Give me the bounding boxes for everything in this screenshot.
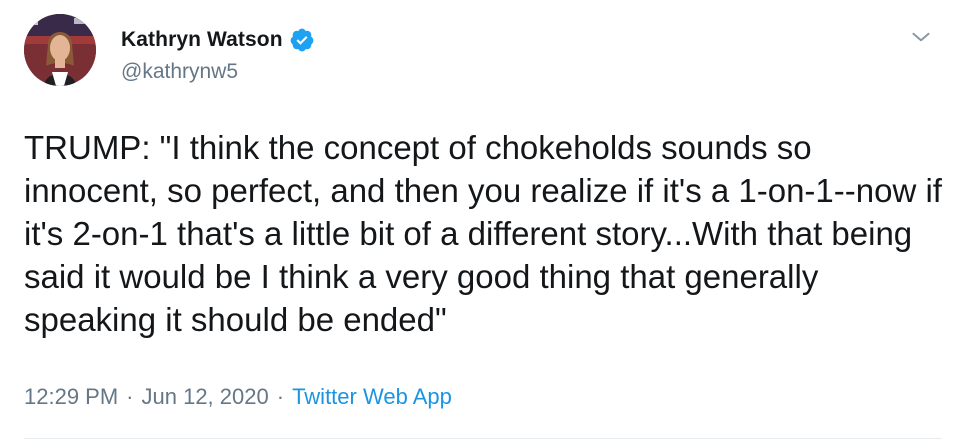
avatar-image	[24, 14, 96, 86]
author-handle[interactable]: @kathrynw5	[121, 60, 238, 84]
tweet-source-link[interactable]: Twitter Web App	[292, 384, 452, 410]
chevron-down-icon[interactable]	[908, 24, 934, 50]
tweet-date[interactable]: Jun 12, 2020	[142, 384, 269, 410]
author-name-row[interactable]: Kathryn Watson	[121, 26, 315, 54]
tweet-text: TRUMP: "I think the concept of chokehold…	[24, 129, 952, 338]
tweet-metadata: 12:29 PM · Jun 12, 2020 · Twitter Web Ap…	[24, 384, 452, 410]
divider	[24, 438, 942, 439]
tweet-card: Kathryn Watson @kathrynw5 TRUMP: "I thin…	[0, 0, 966, 448]
avatar[interactable]	[24, 14, 96, 86]
tweet-time[interactable]: 12:29 PM	[24, 384, 118, 410]
author-display-name[interactable]: Kathryn Watson	[121, 28, 283, 52]
separator: ·	[276, 384, 285, 409]
separator: ·	[126, 384, 134, 409]
verified-badge-icon	[289, 27, 315, 53]
